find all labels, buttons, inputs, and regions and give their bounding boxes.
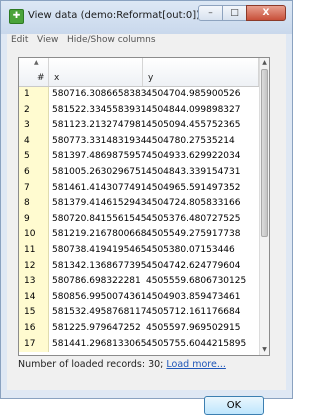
row-index-cell: 1 bbox=[19, 87, 49, 103]
y-cell: 4504724.805833166 bbox=[146, 198, 241, 209]
window-title: View data (demo:Reformat[out:0]) bbox=[28, 10, 201, 21]
x-cell: 580720.8415561545 bbox=[52, 213, 147, 224]
row-index-cell: 9 bbox=[19, 211, 49, 228]
x-cell: 581461.4143077491 bbox=[52, 182, 147, 193]
maximize-button[interactable]: □ bbox=[222, 5, 247, 21]
row-index-cell: 8 bbox=[19, 196, 49, 212]
x-cell: 580716.3086658383 bbox=[52, 89, 147, 99]
table-row[interactable]: 13 580786.698322281 4505559.6806730125 bbox=[19, 274, 259, 290]
y-cell: 4504843.339154731 bbox=[146, 166, 241, 177]
menu-bar: Edit View Hide/Show columns bbox=[7, 34, 286, 48]
x-cell: 581219.2167800668 bbox=[52, 229, 147, 240]
x-cell: 580786.698322281 bbox=[52, 276, 141, 287]
x-cell: 581379.4146152943 bbox=[52, 198, 147, 209]
menu-view[interactable]: View bbox=[37, 35, 58, 45]
sort-arrow-icon: ▲ bbox=[34, 59, 39, 66]
view-data-window: ✚ View data (demo:Reformat[out:0]) – □ X… bbox=[0, 0, 293, 415]
minimize-button[interactable]: – bbox=[198, 5, 223, 21]
table-row[interactable]: 17 581441.2968133065 4505755.6044215895 bbox=[19, 336, 259, 353]
x-cell: 580856.9950074361 bbox=[52, 291, 147, 302]
x-cell: 581441.2968133065 bbox=[52, 338, 147, 349]
x-cell: 581532.4958768117 bbox=[52, 307, 147, 318]
column-header-y-label: y bbox=[148, 73, 154, 83]
title-bar[interactable]: ✚ View data (demo:Reformat[out:0]) – □ X bbox=[1, 1, 292, 34]
row-index-cell: 11 bbox=[19, 242, 49, 259]
table-row[interactable]: 9 580720.8415561545 4505376.480727525 bbox=[19, 211, 259, 228]
column-header-index[interactable]: ▲ # bbox=[19, 58, 49, 86]
table-row[interactable]: 2 581522.3345583931 4504844.099898327 bbox=[19, 102, 259, 119]
y-cell: 4505549.275917738 bbox=[146, 229, 241, 240]
status-line: Number of loaded records: 30; Load more.… bbox=[18, 359, 226, 370]
row-index-cell: 10 bbox=[19, 227, 49, 243]
row-index-cell: 16 bbox=[19, 320, 49, 337]
table-row[interactable]: 11 580738.4194195465 4505380.07153446 bbox=[19, 242, 259, 259]
table-row[interactable]: 5 581397.4869875957 4504933.629922034 bbox=[19, 149, 259, 165]
y-cell: 4505376.480727525 bbox=[146, 213, 241, 224]
row-index-cell: 6 bbox=[19, 164, 49, 181]
y-cell: 4504903.859473461 bbox=[146, 291, 241, 302]
y-cell: 4504780.27535214 bbox=[146, 135, 235, 146]
column-header-x-label: x bbox=[54, 73, 60, 83]
menu-hide-show-columns[interactable]: Hide/Show columns bbox=[67, 35, 156, 45]
y-cell: 4505755.6044215895 bbox=[146, 338, 247, 349]
row-index-cell: 14 bbox=[19, 289, 49, 306]
row-index-cell: 17 bbox=[19, 336, 49, 353]
loaded-records-text: Number of loaded records: 30; bbox=[18, 359, 164, 370]
y-cell: 4505597.969502915 bbox=[146, 322, 241, 333]
table-row[interactable]: 16 581225.979647252 4505597.969502915 bbox=[19, 320, 259, 337]
y-cell: 4505712.161176684 bbox=[146, 307, 241, 318]
table-body: 1 580716.3086658383 4504704.985900526 2 5815… bbox=[19, 87, 259, 353]
y-cell: 4505380.07153446 bbox=[146, 244, 235, 255]
x-cell: 581342.1368677395 bbox=[52, 260, 147, 271]
close-button[interactable]: X bbox=[246, 5, 286, 21]
row-index-cell: 2 bbox=[19, 102, 49, 119]
y-cell: 4505559.6806730125 bbox=[146, 276, 247, 287]
x-cell: 580738.4194195465 bbox=[52, 244, 147, 255]
y-cell: 4504844.099898327 bbox=[146, 104, 241, 115]
table-row[interactable]: 8 581379.4146152943 4504724.805833166 bbox=[19, 196, 259, 212]
x-cell: 581005.2630296751 bbox=[52, 166, 147, 177]
table-row[interactable]: 10 581219.2167800668 4505549.275917738 bbox=[19, 227, 259, 243]
table-header: ▲ # x y bbox=[19, 58, 259, 87]
column-header-index-label: # bbox=[37, 73, 45, 83]
row-index-cell: 15 bbox=[19, 305, 49, 321]
row-index-cell: 13 bbox=[19, 274, 49, 290]
table-row[interactable]: 4 580773.3314831934 4504780.27535214 bbox=[19, 133, 259, 150]
table-row[interactable]: 15 581532.4958768117 4505712.161176684 bbox=[19, 305, 259, 321]
table-row[interactable]: 1 580716.3086658383 4504704.985900526 bbox=[19, 87, 259, 103]
column-header-x[interactable]: x bbox=[49, 58, 143, 86]
y-cell: 4504933.629922034 bbox=[146, 151, 241, 162]
y-cell: 4505094.455752365 bbox=[146, 120, 241, 131]
x-cell: 580773.3314831934 bbox=[52, 135, 147, 146]
data-table[interactable]: ▲ # x y 1 580716.3086658383 4504704.985900… bbox=[18, 57, 270, 356]
row-index-cell: 7 bbox=[19, 180, 49, 197]
y-cell: 4504704.985900526 bbox=[146, 89, 241, 99]
column-header-y[interactable]: y bbox=[143, 58, 259, 86]
y-cell: 4504742.624779604 bbox=[146, 260, 241, 271]
menu-edit[interactable]: Edit bbox=[11, 35, 28, 45]
load-more-link[interactable]: Load more... bbox=[166, 359, 225, 370]
x-cell: 581522.3345583931 bbox=[52, 104, 147, 115]
x-cell: 581123.2132747981 bbox=[52, 120, 147, 131]
table-row[interactable]: 3 581123.2132747981 4505094.455752365 bbox=[19, 118, 259, 134]
scroll-down-icon[interactable]: ▼ bbox=[260, 345, 269, 355]
row-index-cell: 5 bbox=[19, 149, 49, 165]
row-index-cell: 4 bbox=[19, 133, 49, 150]
scrollbar-thumb[interactable] bbox=[261, 69, 268, 237]
x-cell: 581225.979647252 bbox=[52, 322, 141, 333]
content-panel: ▲ # x y 1 580716.3086658383 4504704.985900… bbox=[7, 48, 286, 415]
row-index-cell: 3 bbox=[19, 118, 49, 134]
table-row[interactable]: 14 580856.9950074361 4504903.859473461 bbox=[19, 289, 259, 306]
scroll-up-icon[interactable]: ▲ bbox=[260, 58, 269, 68]
app-icon: ✚ bbox=[9, 9, 24, 24]
table-row[interactable]: 12 581342.1368677395 4504742.624779604 bbox=[19, 258, 259, 275]
y-cell: 4504965.591497352 bbox=[146, 182, 241, 193]
x-cell: 581397.4869875957 bbox=[52, 151, 147, 162]
table-row[interactable]: 6 581005.2630296751 4504843.339154731 bbox=[19, 164, 259, 181]
table-row[interactable]: 7 581461.4143077491 4504965.591497352 bbox=[19, 180, 259, 197]
row-index-cell: 12 bbox=[19, 258, 49, 275]
vertical-scrollbar[interactable]: ▲ ▼ bbox=[259, 58, 269, 355]
